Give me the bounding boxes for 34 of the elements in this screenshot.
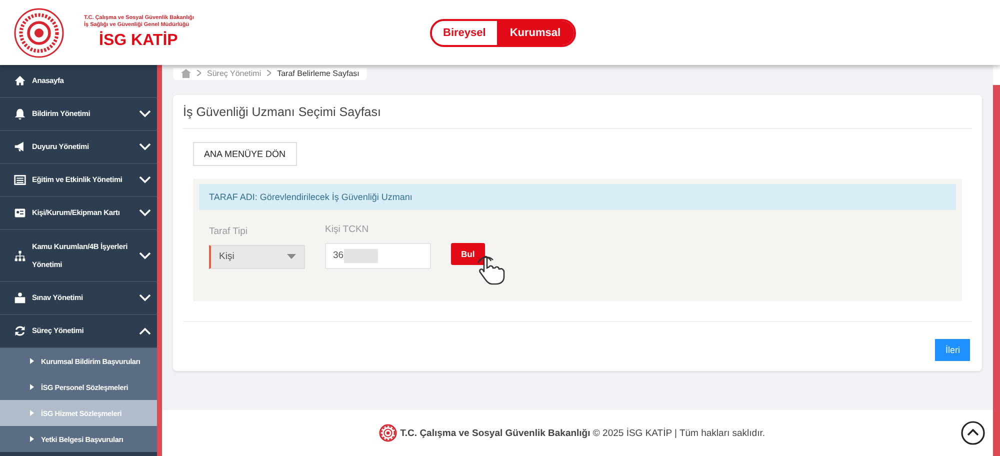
field-label: Taraf Tipi	[209, 226, 249, 236]
hand-cursor-icon	[475, 254, 507, 284]
chevron-icon	[267, 69, 272, 78]
emblem-icon	[14, 8, 64, 58]
bell-icon	[14, 108, 26, 120]
person-icon	[14, 292, 26, 304]
caret-icon	[30, 410, 34, 416]
breadcrumb-link[interactable]: Süreç Yönetimi	[207, 69, 262, 78]
scroll-to-top-icon[interactable]	[961, 421, 985, 445]
refresh-icon	[14, 325, 26, 337]
tckn-field[interactable]: 36	[325, 242, 431, 268]
breadcrumb-current: Taraf Belirleme Sayfası	[277, 69, 360, 78]
home-icon	[181, 69, 191, 78]
party-heading: TARAF ADI: Görevlendirilecek İş Güvenliği Uzmanı	[199, 184, 956, 210]
back-to-menu-button[interactable]: ANA MENÜYE DÖN	[193, 142, 297, 166]
find-button[interactable]: Bul	[451, 242, 485, 264]
copyright-text: T.C. Çalışma ve Sosyal Güvenlik Bakanlığı © 2025 İSG KATİP | Tüm hakları saklıdır.	[400, 428, 765, 438]
field-label: Kişi TCKN	[325, 224, 370, 234]
dropdown-arrow-icon	[287, 254, 296, 259]
megaphone-icon	[14, 141, 26, 153]
chevron-icon	[197, 69, 201, 78]
id-card-icon	[14, 207, 26, 219]
sitemap-icon	[14, 250, 26, 262]
app-name: İSG KATİP	[99, 32, 179, 50]
list-icon	[14, 174, 26, 186]
caret-icon	[30, 384, 34, 390]
redaction-mark	[344, 248, 378, 262]
party-type-dropdown[interactable]: Kişi	[209, 244, 305, 268]
caret-icon	[30, 358, 34, 364]
page-title: İş Güvenliği Uzmanı Seçimi Sayfası	[183, 94, 972, 128]
home-icon	[14, 75, 26, 87]
caret-icon	[30, 436, 34, 442]
user-type-tab[interactable]: Kurumsal	[496, 20, 574, 44]
emblem-icon	[379, 424, 398, 442]
